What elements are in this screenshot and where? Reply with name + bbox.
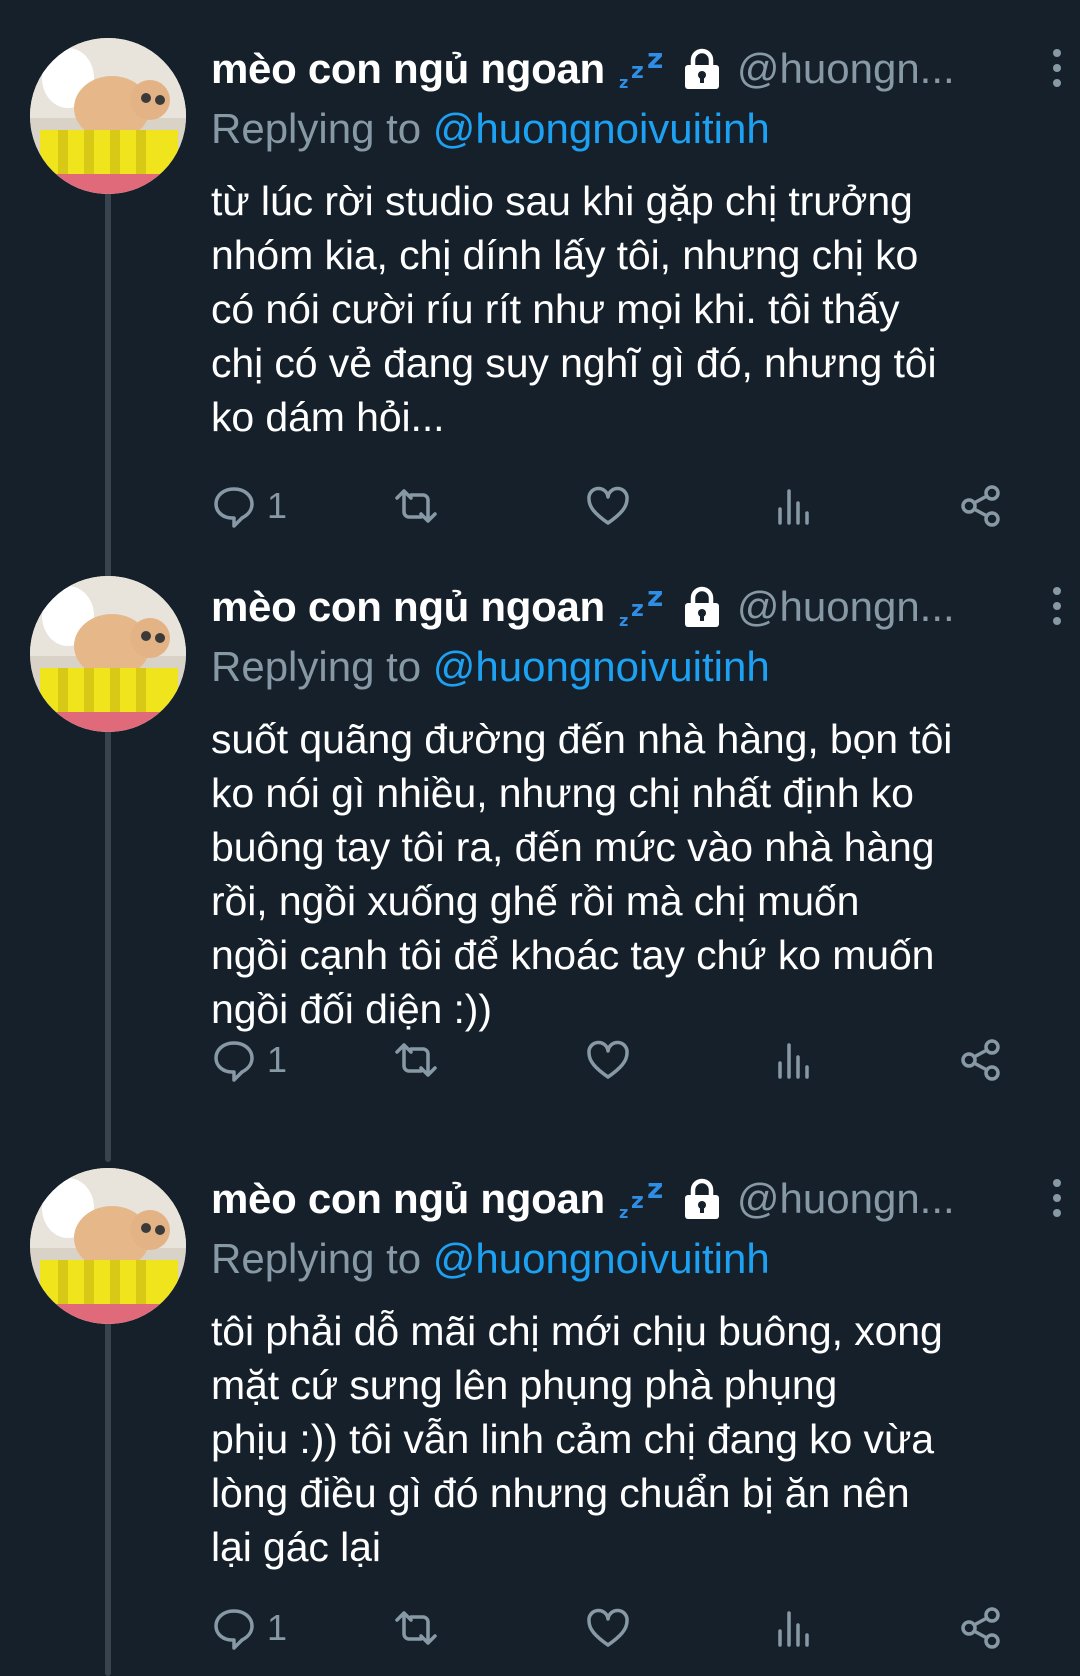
more-vertical-icon[interactable] — [1050, 48, 1064, 88]
reply-count: 1 — [267, 1039, 288, 1080]
share-button[interactable] — [958, 1030, 1004, 1090]
svg-text:z: z — [631, 597, 644, 622]
share-icon — [961, 485, 1000, 527]
share-icon — [961, 1607, 1000, 1649]
display-name[interactable]: mèo con ngủ ngoan — [211, 45, 605, 93]
replying-to-mention[interactable]: @huongnoivuitinh — [433, 643, 770, 690]
tweet-text: từ lúc rời studio sau khi gặp chị trưởng… — [211, 178, 937, 440]
replying-to-label: Replying to — [211, 105, 433, 152]
svg-text:z: z — [647, 1176, 663, 1205]
analytics-button[interactable] — [771, 1030, 817, 1090]
zzz-emoji-icon: z z z — [619, 1176, 663, 1222]
analytics-button[interactable] — [771, 1598, 817, 1658]
display-name[interactable]: mèo con ngủ ngoan — [211, 583, 605, 631]
reply-count: 1 — [267, 485, 288, 526]
thread-connector-line — [105, 726, 111, 1162]
tweet-actions: 1 — [211, 1598, 1041, 1658]
zzz-emoji-icon: z z z — [619, 46, 663, 92]
svg-text:z: z — [631, 1189, 644, 1214]
zzz-emoji-icon: z z z — [619, 584, 663, 630]
svg-text:z: z — [647, 584, 663, 613]
lock-icon — [684, 586, 719, 627]
replying-to: Replying to @huongnoivuitinh — [211, 100, 1041, 158]
tweet-thread: mèo con ngủ ngoan z z z @huongn... Reply… — [0, 0, 1080, 1676]
thread-connector-line — [105, 188, 111, 614]
reply-icon — [214, 1609, 254, 1650]
retweet-button[interactable] — [393, 1030, 439, 1090]
tweet-actions: 1 — [211, 476, 1041, 536]
handle[interactable]: @huongn... — [737, 583, 955, 631]
replying-to: Replying to @huongnoivuitinh — [211, 1230, 1041, 1288]
like-button[interactable] — [585, 1030, 631, 1090]
share-button[interactable] — [958, 476, 1004, 536]
like-icon — [587, 1608, 629, 1647]
lock-icon — [684, 1178, 719, 1219]
avatar[interactable] — [30, 38, 186, 194]
avatar[interactable] — [30, 576, 186, 732]
handle[interactable]: @huongn... — [737, 45, 955, 93]
reply-count: 1 — [267, 1607, 288, 1648]
analytics-icon — [778, 1043, 809, 1079]
lock-icon — [684, 48, 719, 89]
reply-button[interactable]: 1 — [211, 1030, 287, 1090]
like-button[interactable] — [585, 1598, 631, 1658]
handle[interactable]: @huongn... — [737, 1175, 955, 1223]
retweet-icon — [395, 489, 437, 523]
svg-text:z: z — [619, 1203, 628, 1222]
thread-connector-line — [105, 1318, 111, 1676]
share-button[interactable] — [958, 1598, 1004, 1658]
more-vertical-icon[interactable] — [1050, 586, 1064, 626]
svg-text:z: z — [619, 73, 628, 92]
retweet-icon — [395, 1043, 437, 1077]
svg-text:z: z — [647, 46, 663, 75]
replying-to-label: Replying to — [211, 643, 433, 690]
replying-to: Replying to @huongnoivuitinh — [211, 638, 1041, 696]
share-icon — [961, 1039, 1000, 1081]
avatar[interactable] — [30, 1168, 186, 1324]
reply-button[interactable]: 1 — [211, 476, 287, 536]
reply-button[interactable]: 1 — [211, 1598, 287, 1658]
tweet-text: suốt quãng đường đến nhà hàng, bọn tôi k… — [211, 716, 953, 1032]
like-icon — [587, 486, 629, 525]
svg-text:z: z — [631, 59, 644, 84]
more-vertical-icon[interactable] — [1050, 1178, 1064, 1218]
retweet-button[interactable] — [393, 1598, 439, 1658]
like-icon — [587, 1040, 629, 1079]
display-name[interactable]: mèo con ngủ ngoan — [211, 1175, 605, 1223]
analytics-icon — [778, 489, 809, 525]
like-button[interactable] — [585, 476, 631, 536]
retweet-button[interactable] — [393, 476, 439, 536]
replying-to-mention[interactable]: @huongnoivuitinh — [433, 105, 770, 152]
analytics-icon — [778, 1611, 809, 1647]
replying-to-mention[interactable]: @huongnoivuitinh — [433, 1235, 770, 1282]
replying-to-label: Replying to — [211, 1235, 433, 1282]
tweet-text: tôi phải dỗ mãi chị mới chịu buông, xong… — [211, 1308, 943, 1570]
retweet-icon — [395, 1611, 437, 1645]
analytics-button[interactable] — [771, 476, 817, 536]
reply-icon — [214, 487, 254, 528]
svg-text:z: z — [619, 611, 628, 630]
tweet-actions: 1 — [211, 1030, 1041, 1090]
reply-icon — [214, 1041, 254, 1082]
